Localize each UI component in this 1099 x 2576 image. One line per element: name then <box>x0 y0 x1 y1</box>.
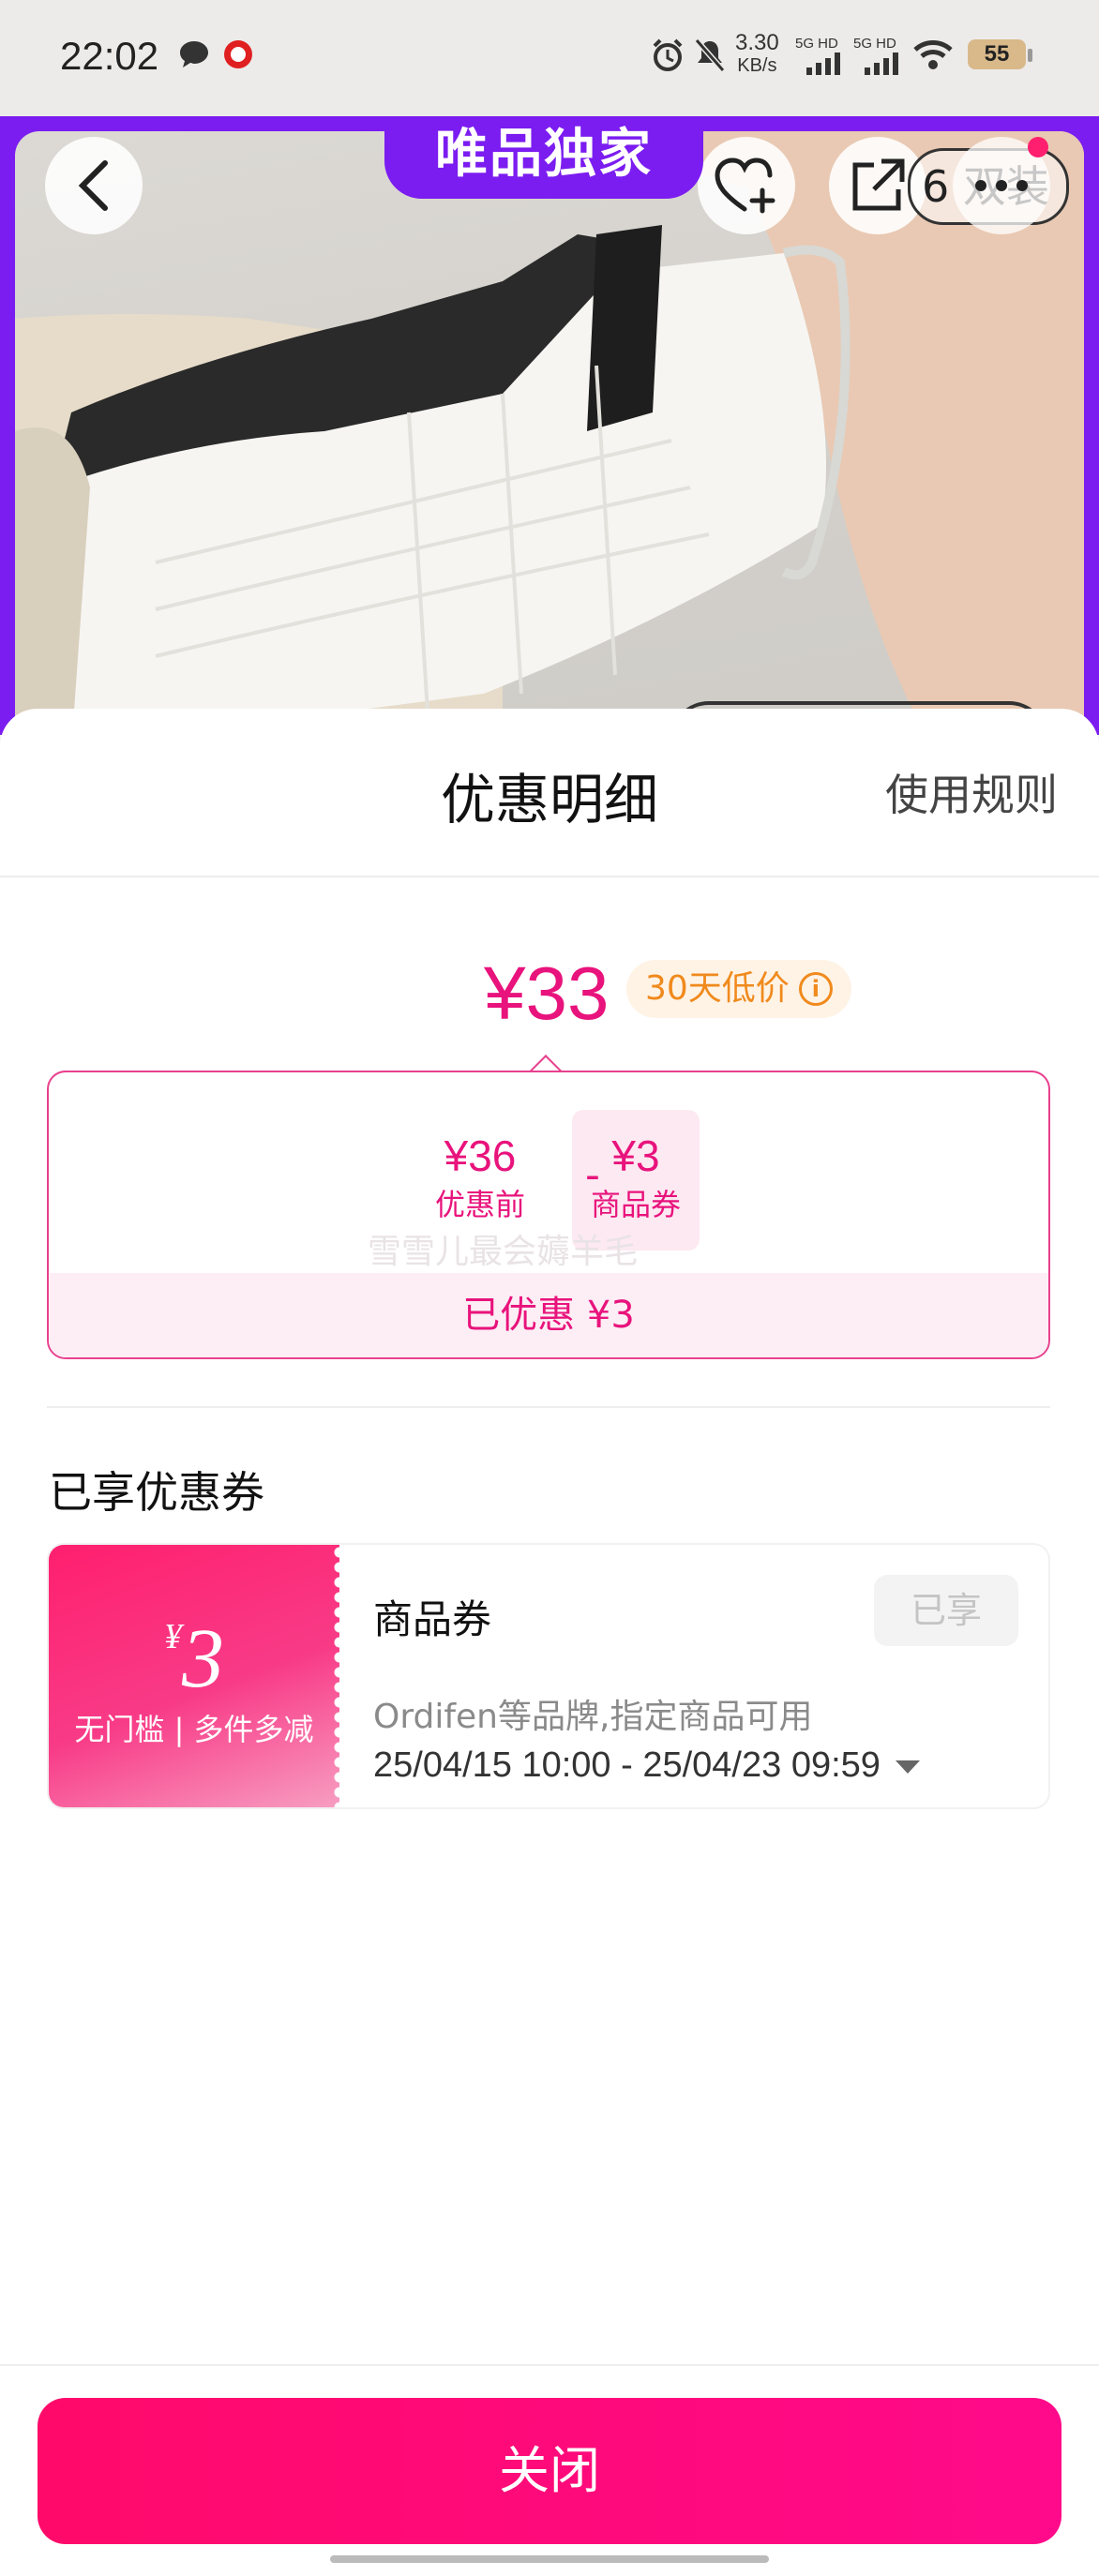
coupon-value-panel: ¥3 无门槛 | 多件多减 <box>49 1545 339 1807</box>
coupon-discount-item: ¥3 商品券 <box>561 1131 711 1224</box>
section-divider <box>47 1406 1050 1408</box>
coupon-card[interactable]: ¥3 无门槛 | 多件多减 商品券 已享 Ordifen等品牌,指定商品可用 2… <box>47 1543 1050 1809</box>
usage-rules-link[interactable]: 使用规则 <box>885 761 1058 823</box>
final-price: ¥33 <box>484 951 610 1035</box>
original-price-value: ¥36 <box>444 1131 517 1180</box>
network-speed-unit: KB/s <box>737 55 777 76</box>
alarm-icon <box>653 38 683 71</box>
product-hero: 6 双装 <box>0 116 1099 735</box>
mute-icon <box>694 38 726 72</box>
coupon-status-badge: 已享 <box>874 1575 1018 1646</box>
signal-icon <box>806 52 840 75</box>
title-divider <box>0 876 1099 877</box>
price-breakdown: ¥36 优惠前 - ¥3 商品券 雪雪儿最会薅羊毛 已优惠 ¥3 <box>47 1071 1050 1359</box>
coupon-condition: 无门槛 | 多件多减 <box>74 1712 314 1747</box>
coupon-description: Ordifen等品牌,指定商品可用 <box>373 1698 813 1736</box>
coupon-amount: ¥3 <box>49 1610 339 1707</box>
close-button[interactable]: 关闭 <box>38 2398 1061 2544</box>
low-price-tag[interactable]: 30天低价 i <box>626 960 851 1018</box>
more-dots-icon <box>975 180 1028 191</box>
status-time: 22:02 <box>60 34 159 78</box>
coupon-perforation <box>328 1545 343 1807</box>
footer-divider <box>0 2364 1099 2366</box>
coupon-name: 商品券 <box>373 1596 492 1642</box>
network-speed-value: 3.30 <box>735 30 779 55</box>
low-price-label: 30天低价 <box>645 969 790 1008</box>
home-indicator[interactable] <box>330 2555 769 2563</box>
product-photo <box>15 131 1084 735</box>
wifi-icon <box>913 40 953 69</box>
message-icon <box>180 41 208 67</box>
saved-amount: 已优惠 ¥3 <box>49 1273 1048 1357</box>
coupon-discount-label: 商品券 <box>590 1187 681 1222</box>
exclusive-badge: 唯品独家 <box>384 116 703 199</box>
info-icon: i <box>798 972 833 1006</box>
coupon-validity-text: 25/04/15 10:00 - 25/04/23 09:59 <box>373 1745 881 1785</box>
favorite-button[interactable] <box>698 137 795 234</box>
battery-indicator: 55 <box>968 39 1026 69</box>
sim1-label: 5G HD <box>795 36 838 52</box>
sock-illustration <box>15 131 1084 735</box>
applied-coupons-title: 已享优惠券 <box>49 1467 264 1518</box>
coupon-amount-value: 3 <box>182 1612 224 1705</box>
chevron-down-icon <box>895 1760 920 1774</box>
share-icon <box>852 158 905 211</box>
back-arrow-icon <box>78 160 108 211</box>
network-speed: 3.30 KB/s <box>735 32 779 77</box>
signal-icon-2 <box>865 52 898 75</box>
heart-add-icon <box>715 157 775 214</box>
sim2-label: 5G HD <box>853 36 896 52</box>
coupon-discount-value: ¥3 <box>611 1131 660 1180</box>
original-price-label: 优惠前 <box>434 1187 525 1222</box>
coupon-currency: ¥ <box>164 1617 182 1656</box>
app-badge-icon <box>224 40 252 68</box>
battery-tip <box>1028 49 1032 62</box>
discount-detail-sheet: 优惠明细 使用规则 ¥33 30天低价 i ¥36 优惠前 - ¥3 商品券 雪… <box>0 709 1099 2576</box>
notification-dot <box>1028 137 1048 157</box>
back-button[interactable] <box>45 137 143 234</box>
original-price-item: ¥36 优惠前 <box>405 1131 555 1224</box>
watermark-text: 雪雪儿最会薅羊毛 <box>368 1233 639 1271</box>
status-bar: 22:02 3.30 KB/s 5G HD 5G HD 55 <box>0 0 1099 116</box>
coupon-validity[interactable]: 25/04/15 10:00 - 25/04/23 09:59 <box>373 1745 920 1786</box>
